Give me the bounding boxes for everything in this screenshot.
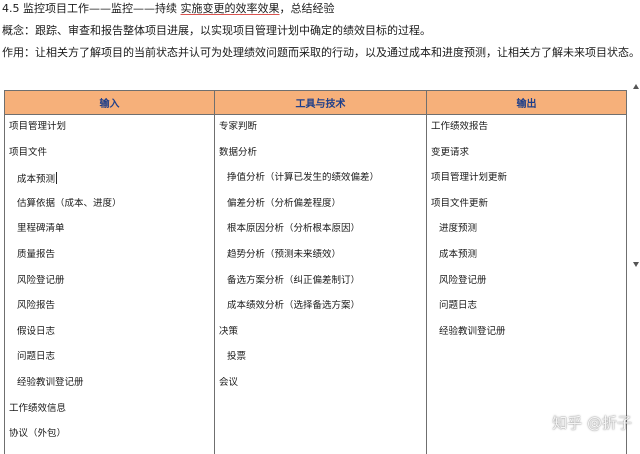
output-item: 成本预测 [439,248,478,260]
table-header-row: 输入 工具与技术 输出 [4,90,627,115]
table-body-row: 项目管理计划 项目文件 成本预测 估算依据（成本、进度） 里程碑清单 质量报告 … [4,113,627,454]
input-item: 里程碑清单 [17,223,65,235]
input-item[interactable]: 成本预测 [5,172,214,198]
process-table: 输入 工具与技术 输出 项目管理计划 项目文件 成本预测 估算依据（成本、进度）… [4,90,627,454]
input-item: 项目文件 [9,146,48,158]
watermark: 知乎 @折子 [552,414,632,432]
input-item: 协议（外包） [9,428,67,440]
output-item: 项目文件更新 [431,197,489,209]
tool-item: 备选方案分析（纠正偏差制订） [227,274,361,286]
scroll-up-arrow-icon[interactable] [633,84,639,89]
tool-item: 根本原因分析（分析根本原因） [227,223,361,235]
tool-item: 挣值分析（计算已发生的绩效偏差） [227,172,380,184]
heading-suffix: ，总结经验 [279,2,335,15]
header-inputs: 输入 [4,90,215,115]
output-item: 工作绩效报告 [431,121,489,132]
tool-item: 决策 [219,325,239,337]
inputs-column: 项目管理计划 项目文件 成本预测 估算依据（成本、进度） 里程碑清单 质量报告 … [4,113,215,454]
outputs-column: 工作绩效报告 变更请求 项目管理计划更新 项目文件更新 进度预测 成本预测 风险… [426,113,627,454]
output-item: 经验教训登记册 [439,325,506,337]
tool-item: 投票 [227,351,247,363]
heading-highlight: 实施变更的效率效果 [180,2,280,15]
tools-column: 专家判断 数据分析 挣值分析（计算已发生的绩效偏差） 偏差分析（分析偏差程度） … [214,113,427,454]
input-item: 项目管理计划 [9,121,67,132]
input-item: 假设日志 [17,325,56,337]
scroll-down-arrow-icon[interactable] [633,262,639,267]
purpose-text: 作用：让相关方了解项目的当前状态并认可为处理绩效问题而采取的行动，以及通过成本和… [2,46,640,59]
input-item: 估算依据（成本、进度） [17,197,122,209]
input-item: 问题日志 [17,351,56,363]
input-item: 经验教训登记册 [17,376,84,388]
tool-item: 专家判断 [219,121,258,132]
input-item: 风险登记册 [17,274,65,286]
tool-item: 数据分析 [219,146,258,158]
tool-item: 成本绩效分析（选择备选方案） [227,300,361,312]
header-tools: 工具与技术 [214,90,427,115]
tool-item: 偏差分析（分析偏差程度） [227,197,342,209]
output-item: 风险登记册 [439,274,487,286]
input-item: 风险报告 [17,300,56,312]
output-item: 变更请求 [431,146,470,158]
output-item: 进度预测 [439,223,478,235]
text-cursor [56,172,58,185]
output-item: 项目管理计划更新 [431,172,508,184]
input-item: 工作绩效信息 [9,402,67,414]
tool-item: 趋势分析（预测未来绩效） [227,248,342,260]
input-item: 质量报告 [17,248,56,260]
concept-text: 概念：跟踪、审查和报告整体项目进展，以实现项目管理计划中确定的绩效目标的过程。 [2,24,431,37]
header-outputs: 输出 [426,90,627,115]
heading-prefix: 4.5 监控项目工作——监控——持续 [2,2,181,15]
section-heading: 4.5 监控项目工作——监控——持续 实施变更的效率效果，总结经验 [2,2,335,16]
tool-item: 会议 [219,376,239,388]
output-item: 问题日志 [439,300,478,312]
